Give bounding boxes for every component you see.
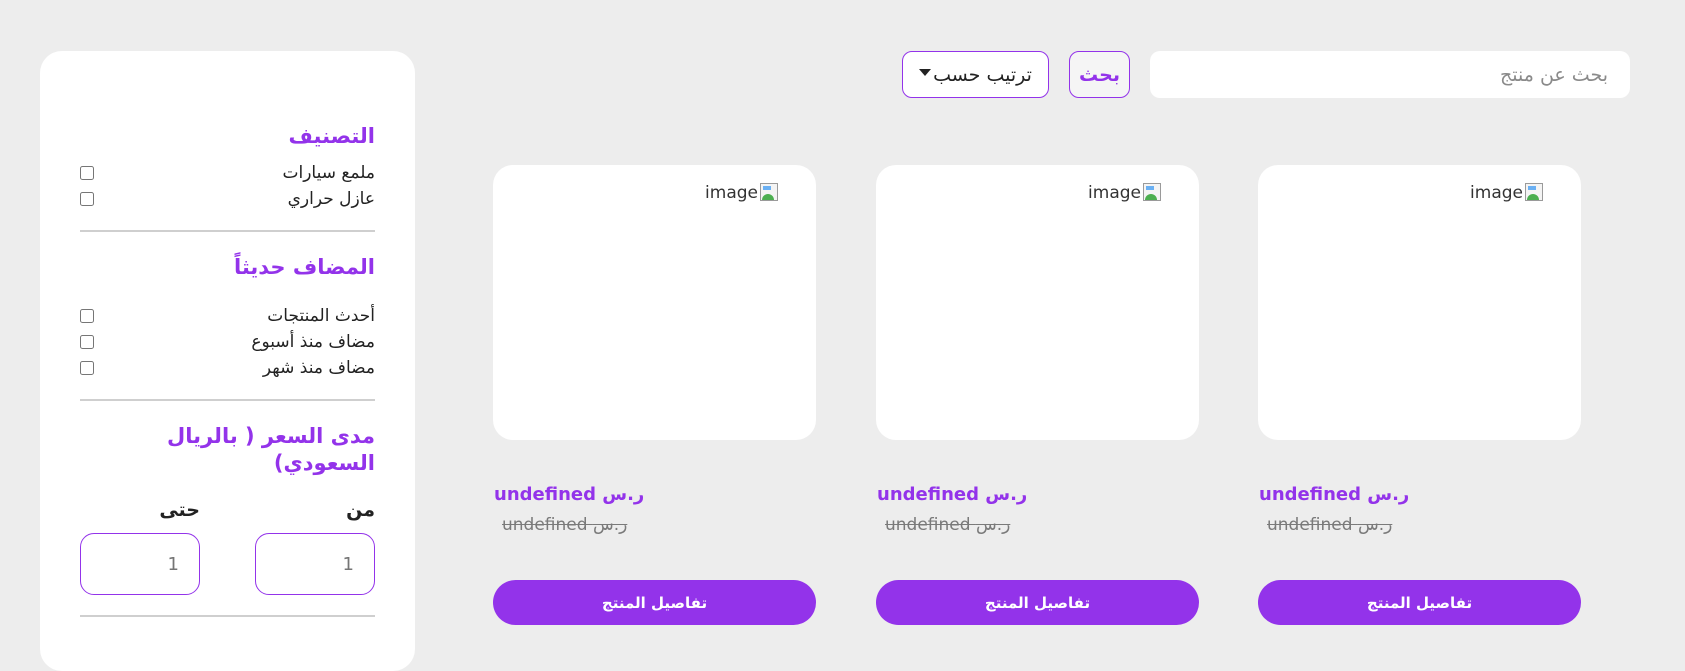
to-label: حتى [159,499,200,521]
divider [80,615,375,617]
broken-image: image [1088,183,1163,203]
filter-category-car-polish[interactable]: ملمع سيارات [80,160,375,186]
product-price: undefined ر.س [877,484,1028,505]
price-range-title: مدى السعر ( بالريال السعودي) [167,424,375,475]
search-button[interactable]: بحث [1069,51,1130,98]
filter-label: أحدث المنتجات [267,306,375,326]
checkbox[interactable] [80,309,94,323]
product-old-price: undefined ر.س [1267,515,1393,535]
filter-label: ملمع سيارات [282,163,375,183]
broken-image-icon [1143,183,1163,203]
filter-label: عازل حراري [287,189,375,209]
product-old-price: undefined ر.س [885,515,1011,535]
product-image-card[interactable]: image [493,165,816,440]
filter-sidebar: التصنيف ملمع سيارات عازل حراري المضاف حد… [40,51,415,671]
category-title: التصنيف [288,124,375,148]
checkbox[interactable] [80,192,94,206]
broken-image: image [1470,183,1545,203]
filter-recent-week[interactable]: مضاف منذ أسبوع [80,329,375,355]
price-range-inputs [80,533,375,595]
product-price: undefined ر.س [1259,484,1410,505]
filter-recent-newest[interactable]: أحدث المنتجات [80,303,375,329]
image-alt-text: image [1470,183,1523,203]
price-to-input[interactable] [80,533,200,595]
product-price: undefined ر.س [494,484,645,505]
search-input[interactable] [1150,51,1630,98]
sort-dropdown[interactable]: ترتيب حسب [902,51,1049,98]
filter-recent-month[interactable]: مضاف منذ شهر [80,355,375,381]
product-details-button[interactable]: تفاصيل المنتج [876,580,1199,625]
product-image-card[interactable]: image [1258,165,1581,440]
image-alt-text: image [705,183,758,203]
filter-label: مضاف منذ أسبوع [251,332,375,352]
sort-label: ترتيب حسب [933,63,1032,86]
recent-title: المضاف حديثاً [233,255,375,279]
image-alt-text: image [1088,183,1141,203]
broken-image-icon [1525,183,1545,203]
product-details-button[interactable]: تفاصيل المنتج [1258,580,1581,625]
product-image-card[interactable]: image [876,165,1199,440]
broken-image-icon [760,183,780,203]
price-range-labels: من حتى [80,499,375,521]
product-old-price: undefined ر.س [502,515,628,535]
checkbox[interactable] [80,335,94,349]
price-from-input[interactable] [255,533,375,595]
checkbox[interactable] [80,361,94,375]
product-details-button[interactable]: تفاصيل المنتج [493,580,816,625]
filter-category-thermal-insulator[interactable]: عازل حراري [80,186,375,212]
broken-image: image [705,183,780,203]
checkbox[interactable] [80,166,94,180]
from-label: من [346,499,375,521]
caret-down-icon [919,69,932,76]
filter-label: مضاف منذ شهر [262,358,375,378]
